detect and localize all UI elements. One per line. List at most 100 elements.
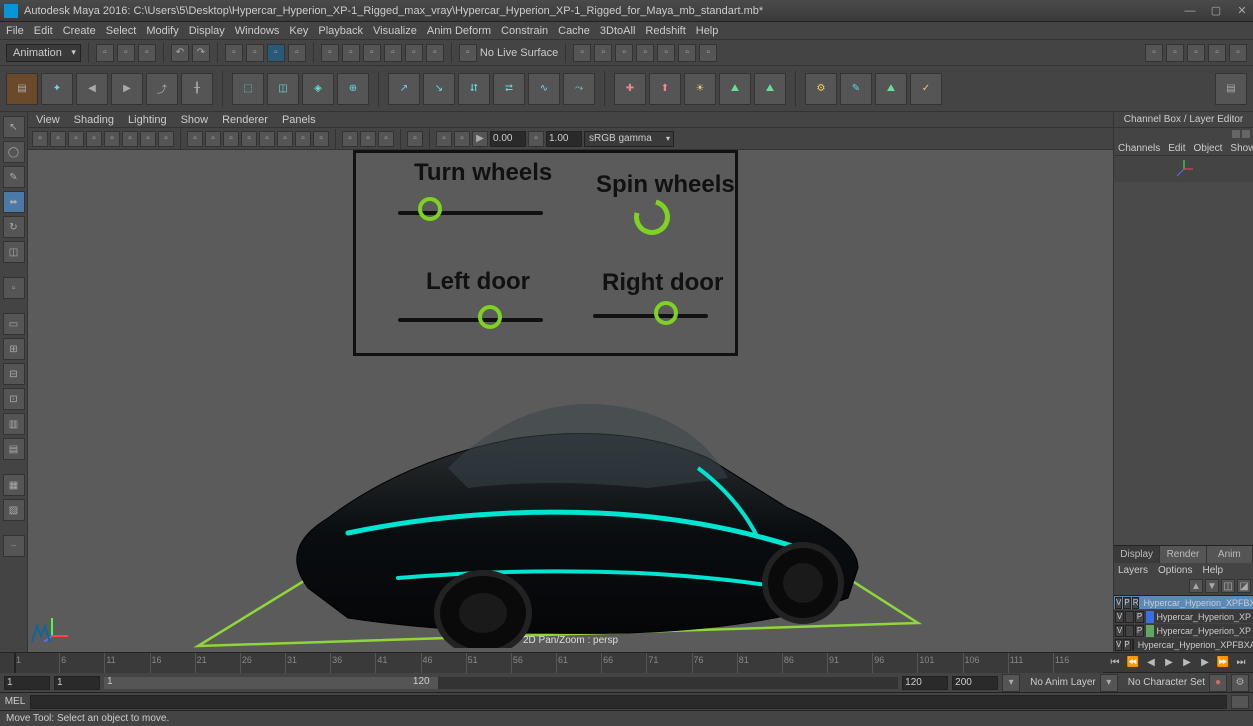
- vp-btn-step[interactable]: ▫: [528, 131, 544, 147]
- menu-key[interactable]: Key: [289, 25, 308, 37]
- car-model[interactable]: [268, 368, 878, 648]
- open-scene-button[interactable]: ▫: [117, 44, 135, 62]
- layout-three[interactable]: ▥: [3, 413, 25, 435]
- main-menubar[interactable]: File Edit Create Select Modify Display W…: [0, 22, 1253, 40]
- play-fwd-button[interactable]: ▶: [1179, 655, 1195, 671]
- time-slider[interactable]: 1611162126313641465156616671768186919610…: [0, 653, 1103, 673]
- vp-menu-show[interactable]: Show: [181, 114, 209, 126]
- layer-row[interactable]: V P Hypercar_Hyperion_XP: [1114, 624, 1253, 638]
- viewport-menubar[interactable]: View Shading Lighting Show Renderer Pane…: [28, 112, 1113, 128]
- sidebar-toggle-2[interactable]: ▫: [1166, 44, 1184, 62]
- rig-handle-left-door[interactable]: [478, 305, 502, 329]
- rig-handle-turn[interactable]: [418, 197, 442, 221]
- vp-btn-bookmark[interactable]: ▫: [50, 131, 66, 147]
- go-end-button[interactable]: ⏭: [1233, 655, 1249, 671]
- vp-btn-gate[interactable]: ▫: [158, 131, 174, 147]
- rotate-tool[interactable]: ↻: [3, 216, 25, 238]
- channel-menu-edit[interactable]: Edit: [1168, 143, 1185, 154]
- undo-button[interactable]: ↶: [171, 44, 189, 62]
- vp-btn-film[interactable]: ▫: [122, 131, 138, 147]
- range-start-outer[interactable]: [4, 676, 50, 690]
- step-back-button[interactable]: ◀: [1143, 655, 1159, 671]
- channel-menu-show[interactable]: Show: [1230, 143, 1253, 154]
- layer-menu-options[interactable]: Options: [1158, 565, 1192, 576]
- vp-menu-view[interactable]: View: [36, 114, 60, 126]
- vp-btn-aa[interactable]: ▫: [313, 131, 329, 147]
- menu-modify[interactable]: Modify: [146, 25, 178, 37]
- layer-type-toggle[interactable]: P: [1135, 625, 1144, 637]
- vp-btn-motion[interactable]: ▫: [295, 131, 311, 147]
- snap-plane-button[interactable]: ▫: [384, 44, 402, 62]
- shelf-btn-24[interactable]: ✓: [910, 73, 942, 105]
- render-globals-button[interactable]: ▫: [657, 44, 675, 62]
- menu-windows[interactable]: Windows: [235, 25, 280, 37]
- vp-btn-2d[interactable]: ▫: [86, 131, 102, 147]
- sidebar-toggle-1[interactable]: ▫: [1145, 44, 1163, 62]
- vp-btn-expose[interactable]: ▫: [407, 131, 423, 147]
- vp-btn-camera[interactable]: ▫: [32, 131, 48, 147]
- range-start-inner[interactable]: [54, 676, 100, 690]
- menu-playback[interactable]: Playback: [318, 25, 363, 37]
- shelf-btn-11[interactable]: ↘: [423, 73, 455, 105]
- sidebar-toggle-5[interactable]: ▫: [1229, 44, 1247, 62]
- layer-menu-layers[interactable]: Layers: [1118, 565, 1148, 576]
- step-fwd-key-button[interactable]: ⏩: [1215, 655, 1231, 671]
- anim-layer-options[interactable]: ▾: [1100, 674, 1118, 692]
- vp-btn-smooth[interactable]: ▫: [205, 131, 221, 147]
- layer-vis-toggle[interactable]: V: [1115, 611, 1124, 623]
- snap-grid-button[interactable]: ▫: [321, 44, 339, 62]
- shelf-btn-18[interactable]: ☀: [684, 73, 716, 105]
- shelf-btn-19[interactable]: ⛰: [719, 73, 751, 105]
- layer-playback-toggle[interactable]: P: [1123, 597, 1130, 609]
- layer-menu-help[interactable]: Help: [1202, 565, 1223, 576]
- vp-btn-shadow[interactable]: ▫: [259, 131, 275, 147]
- autokey-button[interactable]: ●: [1209, 674, 1227, 692]
- vp-btn-xrayj[interactable]: ▫: [378, 131, 394, 147]
- range-options-button[interactable]: ▾: [1002, 674, 1020, 692]
- paint-select-tool[interactable]: ✎: [3, 166, 25, 188]
- vp-btn-color[interactable]: ▫: [436, 131, 452, 147]
- menu-3dtoall[interactable]: 3DtoAll: [600, 25, 635, 37]
- layer-row[interactable]: V P Hypercar_Hyperion_XPFBXA: [1114, 638, 1253, 652]
- vp-btn-xray[interactable]: ▫: [360, 131, 376, 147]
- last-tool[interactable]: ▫: [3, 277, 25, 299]
- layout-custom[interactable]: −: [3, 535, 25, 557]
- rig-slider-right-door[interactable]: [593, 314, 708, 318]
- layer-vis-toggle[interactable]: V: [1115, 597, 1122, 609]
- vp-one-field[interactable]: [546, 131, 582, 147]
- new-scene-button[interactable]: ▫: [96, 44, 114, 62]
- vp-btn-gamma-btn[interactable]: ▫: [454, 131, 470, 147]
- layer-new-selected-button[interactable]: ◪: [1237, 579, 1251, 593]
- vp-menu-renderer[interactable]: Renderer: [222, 114, 268, 126]
- menu-visualize[interactable]: Visualize: [373, 25, 417, 37]
- vp-time-field[interactable]: [490, 131, 526, 147]
- render-settings-button[interactable]: ▫: [678, 44, 696, 62]
- shelf-btn-22[interactable]: ✎: [840, 73, 872, 105]
- tab-anim[interactable]: Anim: [1207, 546, 1253, 563]
- shelf-btn-7[interactable]: ◫: [267, 73, 299, 105]
- layout-two-v[interactable]: ⊡: [3, 388, 25, 410]
- manip-compass-icon[interactable]: [1114, 156, 1253, 182]
- shelf-btn-9[interactable]: ⊕: [337, 73, 369, 105]
- shelf-tab-icon[interactable]: ▤: [6, 73, 38, 105]
- go-start-button[interactable]: ⏮: [1107, 655, 1123, 671]
- shelf-btn-21[interactable]: ⚙: [805, 73, 837, 105]
- prefs-button[interactable]: ⚙: [1231, 674, 1249, 692]
- layer-row[interactable]: V P Hypercar_Hyperion_XP: [1114, 610, 1253, 624]
- select-tool[interactable]: ↖: [3, 116, 25, 138]
- shelf-btn-6[interactable]: ⬚: [232, 73, 264, 105]
- move-tool[interactable]: ⬌: [3, 191, 25, 213]
- redo-button[interactable]: ↷: [192, 44, 210, 62]
- menu-edit[interactable]: Edit: [34, 25, 53, 37]
- shelf-btn-17[interactable]: ⬆: [649, 73, 681, 105]
- layer-type-toggle[interactable]: P: [1135, 611, 1144, 623]
- shelf-btn-20[interactable]: ⛰: [754, 73, 786, 105]
- snap-curve-button[interactable]: ▫: [342, 44, 360, 62]
- layer-color-swatch[interactable]: [1146, 611, 1154, 623]
- layout-persp-graph[interactable]: ▦: [3, 474, 25, 496]
- menu-anim-deform[interactable]: Anim Deform: [427, 25, 491, 37]
- tab-render[interactable]: Render: [1160, 546, 1206, 563]
- vp-btn-light[interactable]: ▫: [241, 131, 257, 147]
- vp-btn-grid[interactable]: ▫: [104, 131, 120, 147]
- character-set-dropdown[interactable]: No Character Set: [1128, 677, 1205, 688]
